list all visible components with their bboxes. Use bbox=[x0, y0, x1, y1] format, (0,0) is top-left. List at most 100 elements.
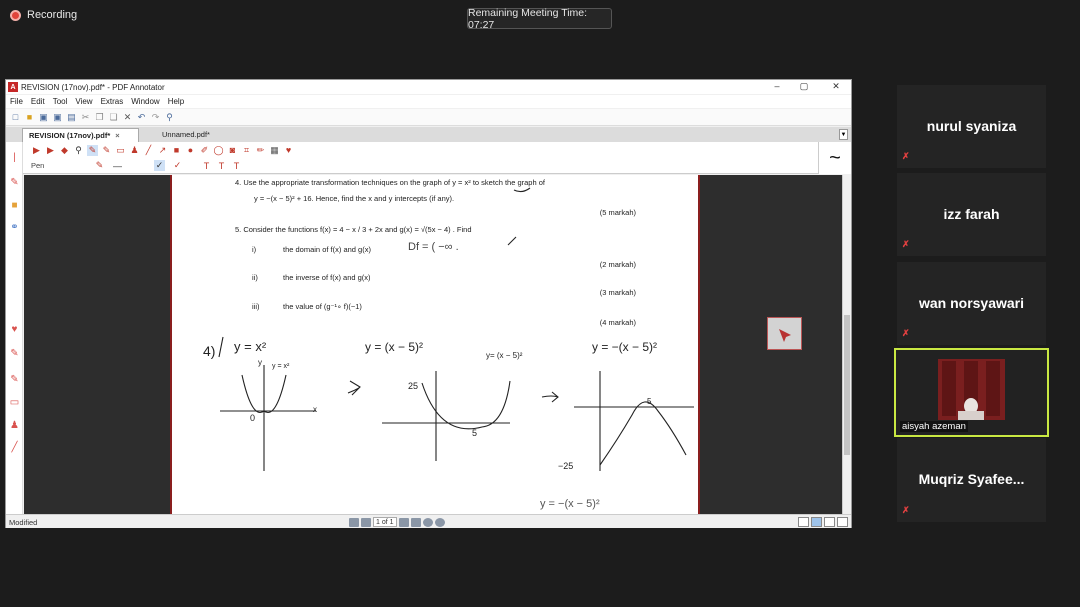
select-arrow-icon[interactable]: ▶ bbox=[31, 145, 42, 156]
binoculars-icon[interactable]: ⚲ bbox=[164, 112, 175, 123]
meeting-timer: Remaining Meeting Time: 07:27 bbox=[467, 7, 612, 31]
view-grid-button[interactable] bbox=[837, 517, 848, 527]
handwriting-tilde-icon[interactable]: ~ bbox=[818, 142, 851, 174]
new-icon[interactable]: □ bbox=[10, 112, 21, 123]
participant-tile[interactable]: Muqriz Syafee... ✗ bbox=[897, 438, 1046, 522]
participant-tile[interactable]: izz farah ✗ bbox=[897, 173, 1046, 256]
view-single-button[interactable] bbox=[798, 517, 809, 527]
forward-button[interactable] bbox=[434, 517, 445, 527]
left-pen-icon[interactable]: | bbox=[9, 152, 20, 163]
save-icon[interactable]: ▣ bbox=[38, 112, 49, 123]
maximize-button[interactable]: ▢ bbox=[794, 81, 814, 92]
text-underline-icon[interactable]: T bbox=[216, 160, 227, 171]
smooth-pen-icon[interactable]: ✓ bbox=[154, 160, 165, 171]
menu-tool[interactable]: Tool bbox=[53, 97, 68, 106]
next-page-button[interactable] bbox=[398, 517, 409, 527]
arrow-1 bbox=[347, 380, 361, 396]
prev-page-button[interactable] bbox=[361, 517, 371, 527]
pressure-pen-icon[interactable]: ✓ bbox=[172, 160, 183, 171]
sticky-note-icon[interactable] bbox=[767, 317, 802, 350]
participant-name: nurul syaniza bbox=[926, 118, 1017, 134]
delete-icon[interactable]: ✕ bbox=[122, 112, 133, 123]
tab-dropdown-icon[interactable]: ▼ bbox=[839, 129, 848, 140]
hand-label-5b: 5 bbox=[647, 397, 652, 406]
pen-color-icon[interactable]: ✎ bbox=[94, 160, 105, 171]
eraser-icon[interactable]: ◆ bbox=[59, 145, 70, 156]
print-icon[interactable]: ▤ bbox=[66, 112, 77, 123]
pen-tool-icon[interactable]: ✎ bbox=[87, 144, 98, 156]
undo-icon[interactable]: ↶ bbox=[136, 112, 147, 123]
left-stamp-icon[interactable]: ♟ bbox=[9, 420, 20, 431]
left-marker-icon[interactable]: ✎ bbox=[9, 177, 20, 188]
menu-file[interactable]: File bbox=[10, 97, 23, 106]
hand-domain: Df = ( −∞ . bbox=[408, 241, 459, 253]
close-button[interactable]: ✕ bbox=[826, 81, 846, 92]
app-icon: A bbox=[8, 82, 18, 92]
left-textbox-icon[interactable]: ▭ bbox=[9, 397, 20, 408]
save-as-icon[interactable]: ▣ bbox=[52, 112, 63, 123]
cut-icon[interactable]: ✂ bbox=[80, 112, 91, 123]
camera-icon[interactable]: ◙ bbox=[227, 145, 238, 156]
annotation-toolbar: ▶ ▶ ◆ ⚲ ✎ ✎ ▭ ♟ ╱ ↗ ■ ● ✐ ◯ ◙ ⌗ ✏ ▦ ♥ bbox=[6, 142, 818, 158]
copy-icon[interactable]: ❐ bbox=[94, 112, 105, 123]
hand-eq3: y = −(x − 5)² bbox=[592, 340, 658, 354]
favorite-icon[interactable]: ♥ bbox=[283, 145, 294, 156]
participant-name: wan norsyawari bbox=[918, 295, 1025, 311]
first-page-button[interactable] bbox=[349, 517, 359, 527]
menu-extras[interactable]: Extras bbox=[101, 97, 124, 106]
view-facing-button[interactable] bbox=[824, 517, 835, 527]
document-area: 4. Use the appropriate transformation te… bbox=[24, 175, 842, 514]
minimize-button[interactable]: – bbox=[767, 81, 787, 91]
hand-label-y: y bbox=[258, 358, 262, 367]
left-line-icon[interactable]: ╱ bbox=[9, 442, 20, 453]
menu-edit[interactable]: Edit bbox=[31, 97, 45, 106]
line-icon[interactable]: ╱ bbox=[143, 145, 154, 156]
pencil-icon[interactable]: ✏ bbox=[255, 145, 266, 156]
participant-tile[interactable]: nurul syaniza ✗ bbox=[897, 85, 1046, 168]
page-indicator[interactable]: 1 of 1 bbox=[373, 517, 397, 527]
left-note-icon[interactable]: ■ bbox=[9, 200, 20, 211]
text-box-icon[interactable]: ▭ bbox=[115, 145, 126, 156]
tab-revision[interactable]: REVISION (17nov).pdf* × bbox=[22, 128, 139, 142]
participant-tile[interactable]: wan norsyawari ✗ bbox=[897, 262, 1046, 345]
left-highlighter-icon[interactable]: ✎ bbox=[9, 374, 20, 385]
ellipse-icon[interactable]: ● bbox=[185, 145, 196, 156]
pdf-page[interactable]: 4. Use the appropriate transformation te… bbox=[170, 175, 700, 514]
rectangle-icon[interactable]: ■ bbox=[171, 145, 182, 156]
mic-muted-icon: ✗ bbox=[902, 328, 910, 338]
line-width-icon[interactable]: — bbox=[112, 160, 123, 171]
zoom-icon[interactable]: ⚲ bbox=[73, 145, 84, 156]
arrow-line-icon[interactable]: ↗ bbox=[157, 145, 168, 156]
active-speaker-tile[interactable]: aisyah azeman bbox=[894, 348, 1049, 437]
menu-help[interactable]: Help bbox=[168, 97, 184, 106]
text-strike-icon[interactable]: T bbox=[231, 160, 242, 171]
menu-view[interactable]: View bbox=[75, 97, 92, 106]
participant-name: Muqriz Syafee... bbox=[918, 471, 1025, 487]
left-favorites-toolbar: | ✎ ■ ⚭ ♥ ✎ ✎ ▭ ♟ ╱ bbox=[6, 142, 23, 514]
paste-icon[interactable]: ❏ bbox=[108, 112, 119, 123]
left-pen2-icon[interactable]: ✎ bbox=[9, 348, 20, 359]
left-link-icon[interactable]: ⚭ bbox=[9, 222, 20, 233]
comment-icon[interactable]: ◯ bbox=[213, 145, 224, 156]
stamp-icon[interactable]: ♟ bbox=[129, 145, 140, 156]
tab-unnamed[interactable]: Unnamed.pdf* bbox=[156, 128, 246, 142]
more-tools-icon[interactable]: ▦ bbox=[269, 145, 280, 156]
tab-label: REVISION (17nov).pdf* bbox=[29, 131, 111, 140]
arrow-2 bbox=[541, 391, 559, 403]
highlighter-icon[interactable]: ✐ bbox=[199, 145, 210, 156]
window-title: REVISION (17nov).pdf* - PDF Annotator bbox=[21, 82, 165, 92]
marker-icon[interactable]: ✎ bbox=[101, 145, 112, 156]
vertical-scrollbar[interactable] bbox=[842, 175, 851, 514]
text-format-icon[interactable]: T bbox=[201, 160, 212, 171]
left-heart-icon[interactable]: ♥ bbox=[9, 324, 20, 335]
close-tab-icon[interactable]: × bbox=[115, 131, 119, 140]
select-text-icon[interactable]: ▶ bbox=[45, 145, 56, 156]
menu-window[interactable]: Window bbox=[131, 97, 159, 106]
last-page-button[interactable] bbox=[410, 517, 421, 527]
redo-icon[interactable]: ↷ bbox=[150, 112, 161, 123]
open-folder-icon[interactable]: ■ bbox=[24, 112, 35, 123]
scroll-thumb[interactable] bbox=[844, 315, 850, 455]
crop-icon[interactable]: ⌗ bbox=[241, 145, 252, 156]
back-button[interactable] bbox=[422, 517, 433, 527]
view-continuous-button[interactable] bbox=[811, 517, 822, 527]
